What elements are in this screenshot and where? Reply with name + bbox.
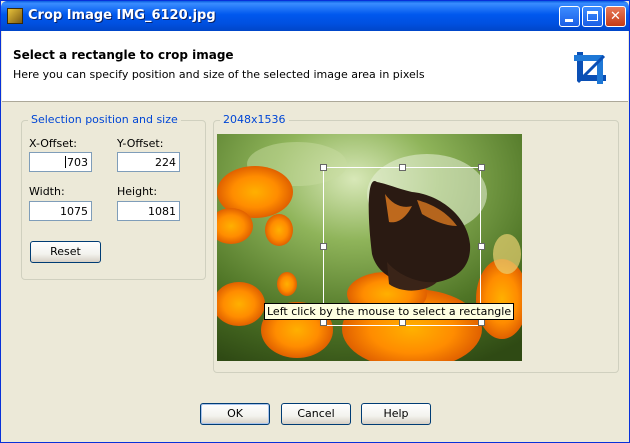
resize-handle-right[interactable] <box>478 243 485 250</box>
x-offset-label: X-Offset: <box>29 137 78 150</box>
crop-image-dialog: Crop Image IMG_6120.jpg ✕ Select a recta… <box>0 0 630 443</box>
resize-handle-bottom-left[interactable] <box>320 319 327 326</box>
header-subtitle: Here you can specify position and size o… <box>13 68 425 81</box>
height-label: Height: <box>117 185 158 198</box>
image-preview[interactable] <box>217 134 522 361</box>
image-group: 2048x1536 <box>213 113 619 373</box>
crop-icon <box>570 48 612 88</box>
title-bar[interactable]: Crop Image IMG_6120.jpg ✕ <box>1 1 629 31</box>
app-image-icon <box>7 8 23 24</box>
reset-button[interactable]: Reset <box>30 241 101 263</box>
resize-handle-top[interactable] <box>399 164 406 171</box>
y-offset-label: Y-Offset: <box>117 137 164 150</box>
resize-handle-left[interactable] <box>320 243 327 250</box>
dialog-header: Select a rectangle to crop image Here yo… <box>2 31 628 102</box>
maximize-button[interactable] <box>582 6 603 27</box>
cancel-button[interactable]: Cancel <box>281 403 351 425</box>
resize-handle-bottom-right[interactable] <box>478 319 485 326</box>
selection-tooltip: Left click by the mouse to select a rect… <box>264 303 515 320</box>
text-caret <box>65 156 66 168</box>
image-size-legend: 2048x1536 <box>220 113 289 126</box>
height-field[interactable]: 1081 <box>117 201 180 221</box>
selection-group: Selection position and size X-Offset: 70… <box>21 113 206 280</box>
maximize-icon <box>587 11 598 21</box>
resize-handle-top-left[interactable] <box>320 164 327 171</box>
resize-handle-bottom[interactable] <box>399 319 406 326</box>
y-offset-value: 224 <box>155 156 176 169</box>
window-title: Crop Image IMG_6120.jpg <box>28 8 216 23</box>
height-value: 1081 <box>148 205 176 218</box>
close-icon: ✕ <box>610 9 621 24</box>
ok-button[interactable]: OK <box>200 403 270 425</box>
x-offset-value: 703 <box>67 156 88 169</box>
resize-handle-top-right[interactable] <box>478 164 485 171</box>
minimize-icon <box>565 19 573 22</box>
x-offset-field[interactable]: 703 <box>29 152 92 172</box>
selection-legend: Selection position and size <box>28 113 181 126</box>
help-button[interactable]: Help <box>361 403 431 425</box>
width-value: 1075 <box>60 205 88 218</box>
width-label: Width: <box>29 185 65 198</box>
width-field[interactable]: 1075 <box>29 201 92 221</box>
close-button[interactable]: ✕ <box>605 6 626 27</box>
y-offset-field[interactable]: 224 <box>117 152 180 172</box>
minimize-button[interactable] <box>559 6 580 27</box>
header-title: Select a rectangle to crop image <box>13 48 234 62</box>
